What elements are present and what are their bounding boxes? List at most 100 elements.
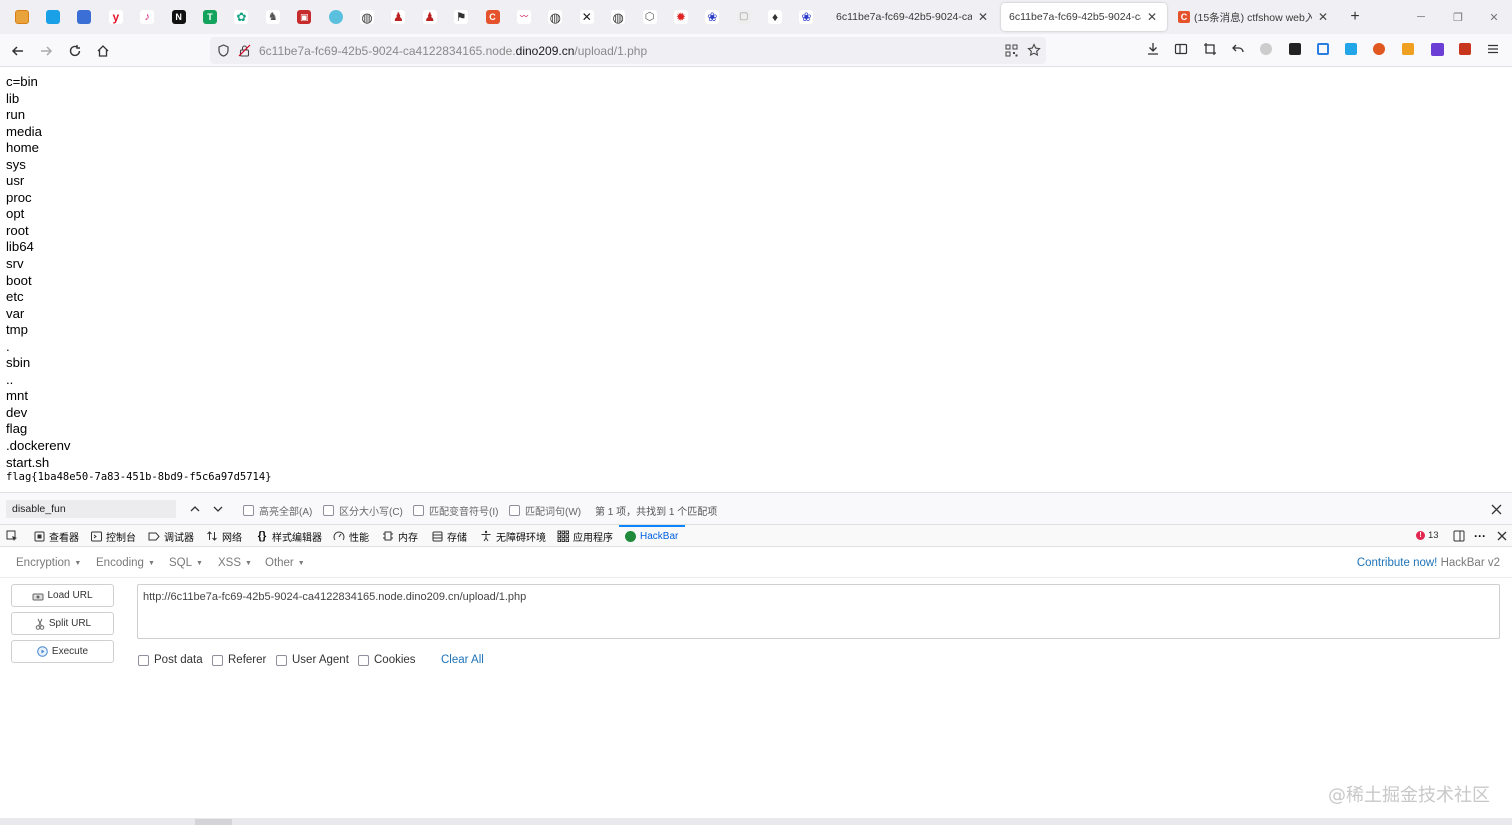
browser-tab-active[interactable]: 6c11be7a-fc69-42b5-9024-ca4 ✕ bbox=[1001, 3, 1167, 31]
pinned-tab[interactable]: 〰 bbox=[508, 0, 539, 34]
checkbox-box[interactable] bbox=[138, 654, 149, 666]
pinned-tab[interactable]: ⚑ bbox=[445, 0, 476, 34]
extension-icon[interactable] bbox=[1429, 41, 1445, 57]
pinned-tab[interactable] bbox=[320, 0, 351, 34]
extension-icon[interactable] bbox=[1400, 41, 1416, 57]
reload-button[interactable] bbox=[64, 40, 86, 62]
extension-icon[interactable] bbox=[1343, 41, 1359, 57]
tab-performance[interactable]: 性能 bbox=[333, 525, 369, 547]
close-icon[interactable]: ✕ bbox=[976, 10, 990, 24]
back-button[interactable] bbox=[7, 40, 29, 62]
restore-button[interactable]: ❐ bbox=[1440, 0, 1476, 34]
checkbox-box[interactable] bbox=[509, 505, 520, 516]
extension-icon[interactable] bbox=[1315, 41, 1331, 57]
find-input[interactable] bbox=[6, 500, 176, 518]
sidebar-icon[interactable] bbox=[1173, 41, 1189, 57]
hackbar-menu-encoding[interactable]: Encoding ▼ bbox=[96, 557, 155, 569]
minimize-button[interactable]: ─ bbox=[1403, 0, 1439, 34]
insecure-lock-icon[interactable] bbox=[238, 44, 251, 57]
pinned-tab[interactable]: ♦ bbox=[759, 0, 790, 34]
checkbox-box[interactable] bbox=[413, 505, 424, 516]
pinned-tab[interactable]: ❀ bbox=[697, 0, 728, 34]
pinned-tab[interactable]: ✿ bbox=[226, 0, 257, 34]
tab-accessibility[interactable]: 无障碍环境 bbox=[480, 525, 546, 547]
referer-checkbox[interactable]: Referer bbox=[212, 654, 266, 666]
tab-application[interactable]: 应用程序 bbox=[557, 525, 613, 547]
extension-icon[interactable] bbox=[1287, 41, 1303, 57]
clear-all-link[interactable]: Clear All bbox=[441, 654, 484, 666]
highlight-all-checkbox[interactable]: 高亮全部(A) bbox=[243, 503, 312, 518]
pinned-tab[interactable]: ♟ bbox=[414, 0, 445, 34]
hackbar-menu-other[interactable]: Other ▼ bbox=[265, 557, 305, 569]
extension-icon[interactable] bbox=[1258, 41, 1274, 57]
pinned-tab[interactable]: ✕ bbox=[571, 0, 602, 34]
find-next-button[interactable] bbox=[209, 500, 227, 518]
pinned-tab[interactable] bbox=[69, 0, 100, 34]
screenshot-crop-icon[interactable] bbox=[1202, 41, 1218, 57]
checkbox-box[interactable] bbox=[358, 654, 369, 666]
horizontal-scrollbar[interactable] bbox=[0, 818, 1512, 825]
pinned-tab[interactable]: ◍ bbox=[351, 0, 382, 34]
pinned-tab[interactable]: ♟ bbox=[383, 0, 414, 34]
pinned-tab[interactable] bbox=[37, 0, 68, 34]
pinned-tab[interactable]: N bbox=[163, 0, 194, 34]
pinned-tab[interactable]: ◍ bbox=[602, 0, 633, 34]
pinned-tab[interactable]: ❀ bbox=[791, 0, 822, 34]
qr-code-icon[interactable] bbox=[1005, 44, 1018, 57]
bookmark-star-icon[interactable] bbox=[1027, 43, 1041, 57]
download-icon[interactable] bbox=[1145, 41, 1161, 57]
pinned-tab[interactable]: T bbox=[194, 0, 225, 34]
menu-hamburger-icon[interactable] bbox=[1485, 41, 1501, 57]
pinned-tab[interactable]: y bbox=[100, 0, 131, 34]
tab-debugger[interactable]: 调试器 bbox=[148, 525, 194, 547]
hackbar-menu-encryption[interactable]: Encryption ▼ bbox=[16, 557, 81, 569]
match-diacritics-checkbox[interactable]: 匹配变音符号(I) bbox=[413, 503, 498, 518]
devtools-menu-button[interactable]: ··· bbox=[1474, 525, 1490, 547]
contribute-link[interactable]: Contribute now! bbox=[1357, 557, 1438, 569]
new-tab-button[interactable]: + bbox=[1345, 8, 1365, 28]
tab-hackbar[interactable]: HackBar bbox=[624, 525, 678, 547]
close-icon[interactable]: ✕ bbox=[1316, 10, 1330, 24]
tab-style-editor[interactable]: {} 样式编辑器 bbox=[256, 525, 322, 547]
pinned-tab[interactable]: ♪ bbox=[132, 0, 163, 34]
error-counter[interactable]: ! 13 bbox=[1416, 530, 1439, 541]
tab-network[interactable]: 网络 bbox=[206, 525, 242, 547]
cookies-checkbox[interactable]: Cookies bbox=[358, 654, 416, 666]
home-button[interactable] bbox=[92, 40, 114, 62]
pinned-tab[interactable]: C bbox=[477, 0, 508, 34]
forward-button[interactable] bbox=[35, 40, 57, 62]
browser-tab[interactable]: C (15条消息) ctfshow web入门 ✕ bbox=[1170, 3, 1338, 31]
scrollbar-thumb[interactable] bbox=[195, 819, 232, 825]
window-close-button[interactable]: ✕ bbox=[1476, 0, 1512, 34]
checkbox-box[interactable] bbox=[276, 654, 287, 666]
find-close-button[interactable] bbox=[1488, 501, 1504, 517]
devtools-close-button[interactable] bbox=[1496, 525, 1512, 547]
tab-memory[interactable]: 内存 bbox=[382, 525, 418, 547]
whole-words-checkbox[interactable]: 匹配词句(W) bbox=[509, 503, 581, 518]
post-data-checkbox[interactable]: Post data bbox=[138, 654, 203, 666]
load-url-button[interactable]: Load URL bbox=[11, 584, 114, 607]
tab-console[interactable]: 控制台 bbox=[90, 525, 136, 547]
pinned-tab[interactable]: ♞ bbox=[257, 0, 288, 34]
shield-icon[interactable] bbox=[217, 44, 230, 57]
extension-icon[interactable] bbox=[1457, 41, 1473, 57]
match-case-checkbox[interactable]: 区分大小写(C) bbox=[323, 503, 403, 518]
split-url-button[interactable]: Split URL bbox=[11, 612, 114, 635]
address-bar[interactable]: 6c11be7a-fc69-42b5-9024-ca4122834165.nod… bbox=[210, 37, 1046, 64]
pinned-tab[interactable]: ⬡ bbox=[634, 0, 665, 34]
pinned-tab[interactable]: ▢ bbox=[728, 0, 759, 34]
pinned-tab[interactable] bbox=[6, 0, 37, 34]
browser-tab[interactable]: 6c11be7a-fc69-42b5-9024-ca4 ✕ bbox=[828, 3, 998, 31]
tab-inspector[interactable]: 查看器 bbox=[33, 525, 79, 547]
dock-toggle-button[interactable] bbox=[1453, 525, 1469, 547]
hackbar-menu-sql[interactable]: SQL ▼ bbox=[169, 557, 203, 569]
undo-arrow-icon[interactable] bbox=[1230, 41, 1246, 57]
checkbox-box[interactable] bbox=[323, 505, 334, 516]
extension-icon[interactable] bbox=[1371, 41, 1387, 57]
url-text[interactable]: 6c11be7a-fc69-42b5-9024-ca4122834165.nod… bbox=[259, 44, 647, 58]
tab-storage[interactable]: 存储 bbox=[431, 525, 467, 547]
execute-button[interactable]: Execute bbox=[11, 640, 114, 663]
find-previous-button[interactable] bbox=[186, 500, 204, 518]
close-icon[interactable]: ✕ bbox=[1145, 10, 1159, 24]
pinned-tab[interactable]: ◍ bbox=[540, 0, 571, 34]
